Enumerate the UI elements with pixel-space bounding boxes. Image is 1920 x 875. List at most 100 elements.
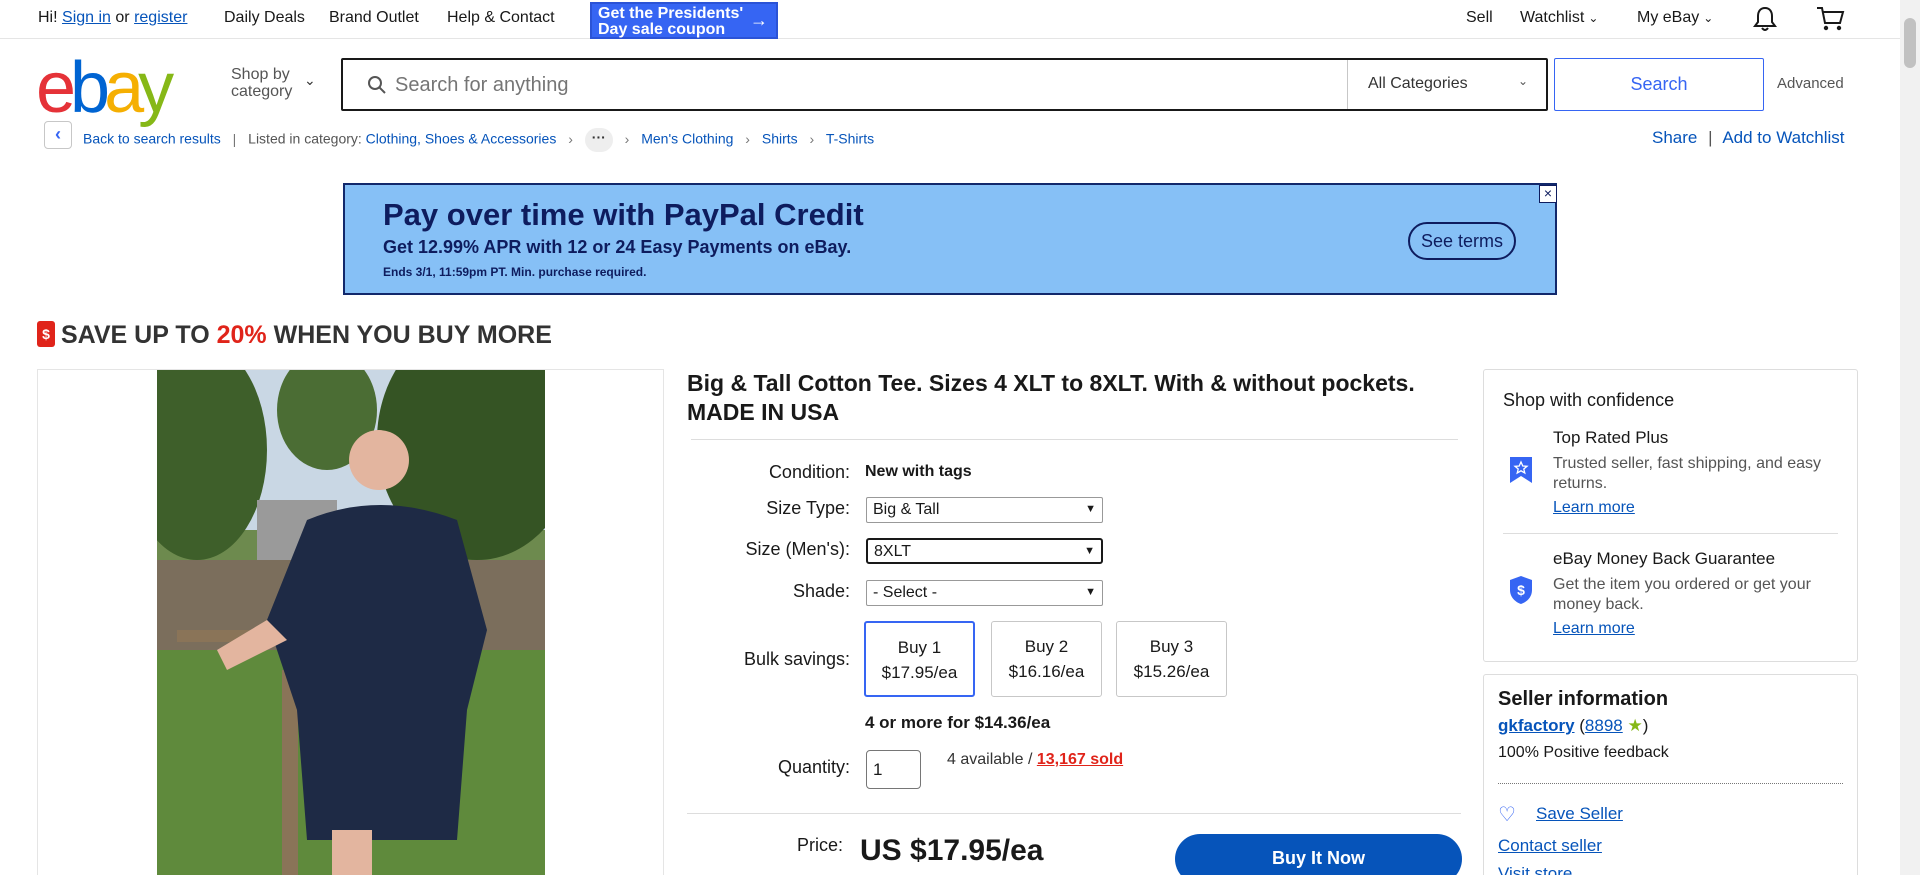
save-up-banner: $ SAVE UP TO 20% WHEN YOU BUY MORE — [37, 321, 552, 350]
buy-it-now-button[interactable]: Buy It Now — [1175, 834, 1462, 875]
promo-line-2: Day sale coupon — [598, 21, 726, 38]
search-button[interactable]: Search — [1554, 58, 1764, 111]
shop-by-category-button[interactable]: Shop by category — [231, 66, 292, 100]
top-bar: Hi! Sign in or register Daily Deals Bran… — [0, 0, 1900, 39]
watchlist-label: Watchlist — [1520, 9, 1585, 26]
shop-with-confidence-panel: Shop with confidence Top Rated Plus Trus… — [1483, 369, 1858, 662]
add-to-watchlist-link[interactable]: Add to Watchlist — [1722, 128, 1844, 147]
ad-fine-print: Ends 3/1, 11:59pm PT. Min. purchase requ… — [383, 265, 647, 279]
more-dots-button[interactable]: ··· — [584, 128, 613, 152]
svg-text:$: $ — [1517, 582, 1525, 598]
learn-more-link[interactable]: Learn more — [1553, 499, 1635, 517]
bulk-savings-label: Bulk savings: — [743, 649, 850, 669]
item-photo[interactable] — [157, 370, 545, 875]
heart-icon[interactable]: ♡ — [1498, 802, 1516, 827]
shade-select[interactable]: - Select - ▼ — [866, 580, 1103, 606]
my-ebay-label: My eBay — [1637, 9, 1700, 26]
chevron-right-icon: › — [624, 130, 630, 147]
paypal-credit-ad[interactable]: Pay over time with PayPal Credit Get 12.… — [343, 183, 1557, 295]
seller-information-panel: Seller information gkfactory (8898 ★) 10… — [1483, 674, 1858, 875]
bulk-option-buy-2[interactable]: Buy 2 $16.16/ea — [991, 621, 1102, 697]
visit-store-link[interactable]: Visit store — [1498, 864, 1572, 875]
confidence-heading: Shop with confidence — [1503, 390, 1675, 410]
condition-label: Condition: — [768, 462, 850, 482]
sign-in-link[interactable]: Sign in — [62, 9, 111, 26]
presidents-day-promo-button[interactable]: Get the Presidents' Day sale coupon → — [590, 2, 778, 39]
bulk-more-text: 4 or more for $14.36/ea — [865, 713, 1051, 732]
or-text: or — [115, 9, 130, 26]
breadcrumb: Back to search results | Listed in categ… — [83, 128, 874, 152]
breadcrumb-item-tshirts[interactable]: T-Shirts — [826, 131, 874, 147]
arrow-right-icon: → — [750, 10, 768, 30]
page-scrollbar[interactable] — [1900, 0, 1920, 875]
brand-outlet-link[interactable]: Brand Outlet — [329, 9, 419, 27]
bulk-option-buy-3[interactable]: Buy 3 $15.26/ea — [1116, 621, 1227, 697]
close-icon[interactable]: × — [1539, 185, 1557, 203]
see-terms-button[interactable]: See terms — [1408, 222, 1516, 260]
seller-heading: Seller information — [1498, 688, 1669, 710]
chevron-down-icon[interactable]: ⌄ — [304, 72, 316, 89]
money-back-title: eBay Money Back Guarantee — [1553, 549, 1776, 568]
breadcrumb-item-clothing[interactable]: Clothing, Shoes & Accessories — [366, 131, 557, 147]
chevron-down-icon: ▼ — [1084, 545, 1095, 557]
listed-in-label: Listed in category: — [248, 130, 362, 147]
divider — [687, 813, 1461, 814]
bell-icon[interactable] — [1752, 5, 1778, 33]
chevron-down-icon: ⌄ — [1703, 11, 1714, 25]
ebay-logo[interactable]: ebay — [36, 52, 174, 124]
scrollbar-thumb[interactable] — [1904, 18, 1916, 68]
seller-feedback: 100% Positive feedback — [1498, 744, 1669, 761]
register-link[interactable]: register — [134, 9, 187, 26]
share-actions: Share | Add to Watchlist — [1652, 128, 1845, 147]
breadcrumb-item-mens-clothing[interactable]: Men's Clothing — [641, 131, 733, 147]
chevron-down-icon: ▼ — [1085, 503, 1096, 515]
greeting-text: Hi! — [38, 9, 58, 26]
price-label: Price: — [797, 835, 844, 855]
contact-seller-link[interactable]: Contact seller — [1498, 836, 1602, 856]
back-to-results-link[interactable]: Back to search results — [83, 131, 221, 147]
breadcrumb-item-shirts[interactable]: Shirts — [762, 131, 798, 147]
daily-deals-link[interactable]: Daily Deals — [224, 9, 305, 27]
promo-line-1: Get the Presidents' — [598, 5, 744, 22]
back-button[interactable]: ‹ — [44, 121, 72, 149]
bulk-option-buy-1[interactable]: Buy 1 $17.95/ea — [864, 621, 975, 697]
divider — [691, 439, 1458, 440]
top-rated-ribbon-icon — [1510, 457, 1532, 483]
category-select[interactable]: All Categories ⌄ — [1347, 60, 1548, 109]
my-ebay-menu[interactable]: My eBay ⌄ — [1637, 9, 1713, 27]
chevron-right-icon: › — [568, 130, 573, 147]
search-input[interactable] — [395, 70, 1365, 100]
divider — [1498, 783, 1843, 784]
size-select[interactable]: 8XLT ▼ — [866, 538, 1103, 564]
money-back-description: Get the item you ordered or get your mon… — [1553, 576, 1811, 613]
quantity-input[interactable]: 1 — [866, 750, 921, 789]
cart-icon[interactable] — [1815, 5, 1845, 33]
seller-name-link[interactable]: gkfactory — [1498, 716, 1575, 735]
help-contact-link[interactable]: Help & Contact — [447, 9, 555, 27]
availability: 4 available / 13,167 sold — [947, 751, 1124, 768]
size-type-select[interactable]: Big & Tall ▼ — [866, 497, 1103, 523]
price-value: US $17.95/ea — [860, 834, 1044, 867]
quantity-label: Quantity: — [777, 757, 850, 777]
seller-score-link[interactable]: 8898 — [1585, 716, 1623, 735]
ad-title: Pay over time with PayPal Credit — [383, 197, 864, 232]
greeting: Hi! Sign in or register — [38, 9, 187, 27]
item-image-panel — [37, 369, 664, 875]
chevron-right-icon: › — [745, 130, 750, 147]
top-rated-description: Trusted seller, fast shipping, and easy … — [1553, 455, 1821, 492]
size-type-label: Size Type: — [766, 498, 850, 518]
share-link[interactable]: Share — [1652, 128, 1697, 147]
sold-count-link[interactable]: 13,167 sold — [1037, 751, 1123, 768]
sell-link[interactable]: Sell — [1466, 9, 1493, 27]
advanced-search-link[interactable]: Advanced — [1777, 75, 1844, 92]
star-icon: ★ — [1627, 716, 1643, 735]
watchlist-menu[interactable]: Watchlist ⌄ — [1520, 9, 1598, 27]
search-icon — [368, 76, 386, 94]
learn-more-link[interactable]: Learn more — [1553, 620, 1635, 638]
search-bar: All Categories ⌄ — [341, 58, 1548, 111]
chevron-left-icon: ‹ — [55, 124, 61, 144]
save-seller-link[interactable]: Save Seller — [1536, 804, 1623, 824]
divider — [1503, 533, 1838, 534]
chevron-down-icon: ⌄ — [1588, 11, 1599, 25]
chevron-right-icon: › — [809, 130, 815, 147]
